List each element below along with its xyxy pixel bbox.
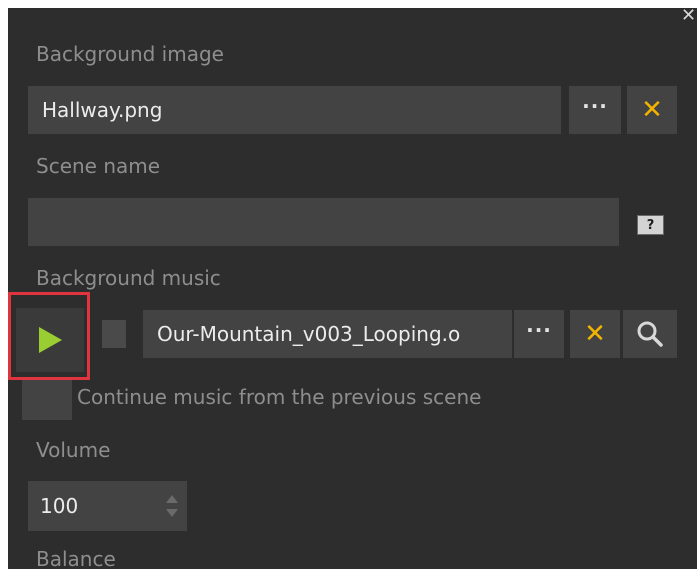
continue-music-checkbox[interactable]: [22, 380, 72, 420]
background-music-label: Background music: [36, 266, 221, 290]
more-icon: ···: [582, 94, 608, 118]
clear-icon: ✕: [584, 319, 606, 349]
more-icon: ···: [526, 318, 552, 342]
background-image-value: Hallway.png: [42, 98, 163, 122]
volume-label: Volume: [36, 438, 111, 462]
volume-stepper[interactable]: 100: [28, 481, 187, 531]
background-music-browse-button[interactable]: ···: [514, 310, 564, 358]
scene-name-label: Scene name: [36, 154, 161, 178]
background-image-field[interactable]: Hallway.png: [28, 86, 561, 134]
background-music-clear-button[interactable]: ✕: [570, 310, 620, 358]
help-icon: ?: [646, 217, 655, 233]
background-music-search-button[interactable]: [623, 310, 677, 358]
scene-name-help-button[interactable]: ?: [637, 215, 664, 235]
scene-properties-panel: Background image Hallway.png ··· ✕ Scene…: [8, 8, 697, 569]
volume-value: 100: [40, 494, 79, 518]
background-image-label: Background image: [36, 42, 224, 66]
music-play-button[interactable]: [16, 308, 84, 372]
music-stop-button[interactable]: [90, 310, 138, 358]
balance-label: Balance: [36, 547, 116, 569]
close-icon[interactable]: ✕: [680, 7, 697, 25]
spinner-icon[interactable]: [165, 490, 179, 522]
scene-name-field[interactable]: [28, 198, 619, 246]
clear-icon: ✕: [641, 95, 663, 125]
background-image-clear-button[interactable]: ✕: [627, 86, 677, 134]
background-image-browse-button[interactable]: ···: [569, 86, 621, 134]
background-music-field[interactable]: Our-Mountain_v003_Looping.o: [143, 310, 512, 358]
play-icon: [39, 327, 62, 353]
continue-music-label[interactable]: Continue music from the previous scene: [77, 385, 481, 409]
stop-icon: [102, 320, 126, 348]
search-icon: [637, 321, 663, 347]
background-music-value: Our-Mountain_v003_Looping.o: [157, 322, 461, 346]
